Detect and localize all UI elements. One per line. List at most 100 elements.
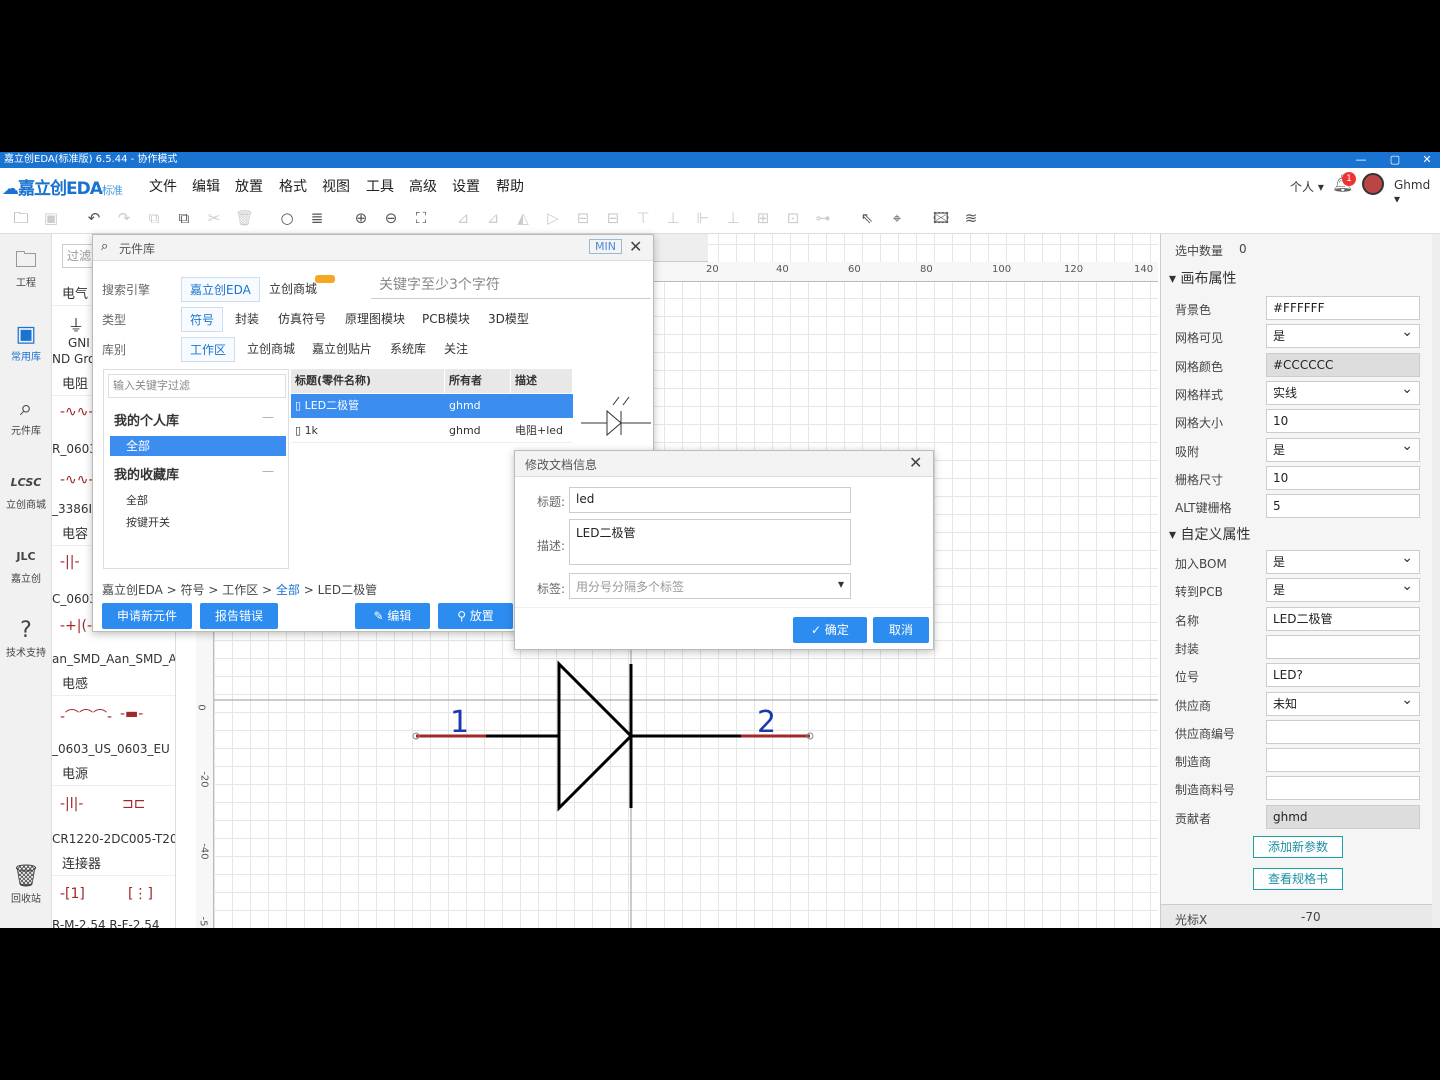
align-right-icon[interactable]: ⊿ <box>484 209 502 227</box>
fav-all[interactable]: 全部 <box>126 492 148 508</box>
menu-view[interactable]: 视图 <box>322 176 350 196</box>
type-3d-model[interactable]: 3D模型 <box>480 307 537 330</box>
menu-tools[interactable]: 工具 <box>366 176 394 196</box>
save-icon[interactable]: ▣ <box>42 209 60 227</box>
menu-format[interactable]: 格式 <box>279 176 307 196</box>
col-desc[interactable]: 描述 <box>511 369 573 393</box>
nav-recycle-bin[interactable]: 🗑︎ 回收站 <box>0 864 52 905</box>
type-footprint[interactable]: 封装 <box>227 307 267 330</box>
nav-component-lib[interactable]: ⌕ 元件库 <box>0 396 52 437</box>
menu-help[interactable]: 帮助 <box>496 176 524 196</box>
distribute-h-icon[interactable]: ⊩ <box>694 209 712 227</box>
delete-icon[interactable]: 🗑︎ <box>235 209 254 227</box>
lib-item-cr1220[interactable]: CR1220-2DC005-T20 <box>52 832 175 846</box>
prop-select[interactable]: 是 <box>1266 321 1420 349</box>
right-scrollbar[interactable] <box>1432 234 1440 928</box>
desc-textarea[interactable]: LED二极管 <box>569 519 851 565</box>
collapse-icon[interactable]: — <box>262 410 274 424</box>
distribute-v-icon[interactable]: ⊥ <box>724 209 742 227</box>
lib-workspace[interactable]: 工作区 <box>181 337 236 362</box>
copy-icon[interactable]: ⧉ <box>145 209 163 227</box>
close-icon[interactable]: ✕ <box>909 453 922 472</box>
section-connector[interactable]: 连接器 <box>52 854 175 876</box>
rotate-icon[interactable]: ▷ <box>544 209 562 227</box>
polar-capacitor-icon[interactable]: -+|(- <box>60 618 92 634</box>
align-left-icon[interactable]: ⊿ <box>454 209 472 227</box>
col-owner[interactable]: 所有者 <box>445 369 511 393</box>
edit-button[interactable]: ✎ 编辑 <box>355 603 430 629</box>
ferrite-icon[interactable]: -▬- <box>120 706 143 722</box>
battery-icon[interactable]: -|l|- <box>60 796 83 812</box>
section-inductor[interactable]: 电感 <box>52 674 175 696</box>
col-title[interactable]: 标题(零件名称) <box>291 369 445 393</box>
menu-advanced[interactable]: 高级 <box>409 176 437 196</box>
find-replace-icon[interactable]: ≣ <box>308 209 326 227</box>
lib-item-header[interactable]: R-M-2.54 R-F-2.54 <box>52 918 160 928</box>
menu-file[interactable]: 文件 <box>149 176 177 196</box>
prop-select[interactable]: 实线 <box>1266 378 1420 405</box>
gnd-symbol-icon[interactable]: ⏚ <box>68 312 84 336</box>
zoom-in-icon[interactable]: ⊕ <box>352 209 370 227</box>
nav-project[interactable]: 🗀 工程 <box>0 248 52 289</box>
redo-icon[interactable]: ↷ <box>115 209 133 227</box>
prop-select[interactable]: 是 <box>1266 547 1420 574</box>
flip-icon[interactable]: ◭ <box>514 209 532 227</box>
lib-item-c0603[interactable]: C_0603 <box>52 592 97 606</box>
prop-input[interactable]: 5 <box>1266 494 1420 519</box>
prop-input[interactable]: LED? <box>1266 663 1420 688</box>
nav-common-lib[interactable]: ▣ 常用库 <box>0 322 52 363</box>
crumb[interactable]: 全部 <box>276 583 300 597</box>
fit-view-icon[interactable]: ⛶ <box>412 209 430 227</box>
report-error-button[interactable]: 报告错误 <box>200 603 278 629</box>
nav-jlc[interactable]: JLC 嘉立创 <box>0 544 52 585</box>
cancel-button[interactable]: 取消 <box>873 617 929 643</box>
prop-input[interactable] <box>1266 719 1420 744</box>
zoom-out-icon[interactable]: ⊖ <box>382 209 400 227</box>
ungroup-icon[interactable]: ⊡ <box>784 209 802 227</box>
section-power[interactable]: 电源 <box>52 764 175 786</box>
view-datasheet-button[interactable]: 查看规格书 <box>1253 868 1343 890</box>
mode-select[interactable]: 个人 ▾ <box>1290 178 1324 195</box>
type-pcb-module[interactable]: PCB模块 <box>414 307 478 330</box>
cursor-select-icon[interactable]: ⇖ <box>858 209 876 227</box>
my-lib-header[interactable]: 我的个人库 <box>114 410 179 429</box>
open-folder-icon[interactable]: 🗀 <box>12 209 30 227</box>
engine-jlceda[interactable]: 嘉立创EDA <box>181 277 260 302</box>
cut-icon[interactable]: ✂ <box>205 209 223 227</box>
collapse-icon[interactable]: — <box>262 464 274 478</box>
keyword-search-input[interactable]: 关键字至少3个字符 <box>371 271 651 299</box>
type-symbol[interactable]: 符号 <box>181 307 224 332</box>
add-param-button[interactable]: 添加新参数 <box>1253 836 1343 858</box>
prop-input[interactable] <box>1266 634 1420 659</box>
header-female-icon[interactable]: [⋮] <box>128 886 153 902</box>
maximize-button[interactable]: ▢ <box>1380 152 1410 168</box>
nav-support[interactable]: ? 技术支持 <box>0 618 52 659</box>
dc-jack-icon[interactable]: ⊐⊏ <box>122 796 145 812</box>
align-top-icon[interactable]: ⊟ <box>574 209 592 227</box>
close-window-button[interactable]: ✕ <box>1412 152 1440 168</box>
minimize-button[interactable]: — <box>1346 152 1376 168</box>
lib-item-gnd-ground[interactable]: ND Gro <box>52 352 95 366</box>
lib-item-r3386[interactable]: _3386I <box>52 502 92 516</box>
group-icon[interactable]: ⊞ <box>754 209 772 227</box>
capacitor-icon[interactable]: -||- <box>60 554 80 570</box>
layers-icon[interactable]: ≋ <box>962 209 980 227</box>
find-icon[interactable]: ○ <box>278 209 296 227</box>
align-bottom-icon[interactable]: ⊟ <box>604 209 622 227</box>
prop-select[interactable]: 未知 <box>1266 689 1420 716</box>
lib-jlc-smt[interactable]: 嘉立创贴片 <box>304 337 380 360</box>
custom-props-section[interactable]: ▾ 自定义属性 <box>1169 524 1250 544</box>
close-icon[interactable]: ✕ <box>629 237 642 256</box>
my-fav-header[interactable]: 我的收藏库 <box>114 464 179 483</box>
menu-settings[interactable]: 设置 <box>452 176 480 196</box>
potentiometer-icon[interactable]: -∿∿- <box>60 472 94 488</box>
layers-align-icon[interactable]: ⊶ <box>814 209 832 227</box>
prop-input[interactable] <box>1266 776 1420 801</box>
prop-input[interactable]: #FFFFFF <box>1266 296 1420 320</box>
prop-select[interactable]: 是 <box>1266 575 1420 603</box>
prop-select[interactable]: 是 <box>1266 435 1420 462</box>
type-sim-symbol[interactable]: 仿真符号 <box>270 307 334 330</box>
cross-probe-icon[interactable]: ⌖ <box>888 209 906 227</box>
canvas-props-section[interactable]: ▾ 画布属性 <box>1169 268 1236 288</box>
inductor-icon[interactable]: -⌒⌒⌒- <box>60 706 112 726</box>
